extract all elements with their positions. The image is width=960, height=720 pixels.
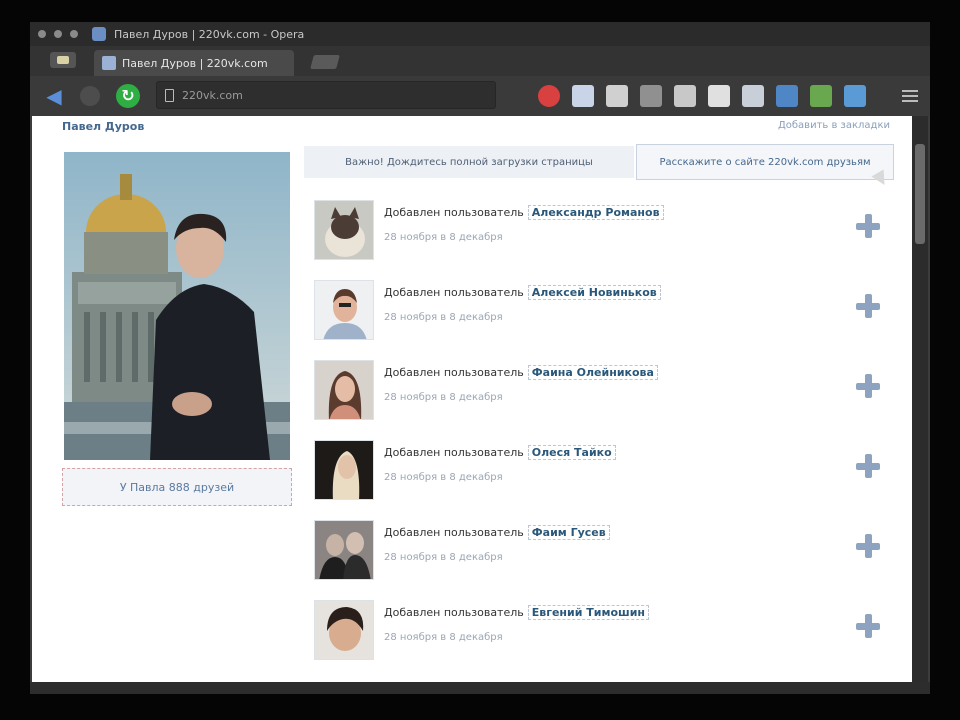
feed-action-text: Добавлен пользователь bbox=[384, 286, 524, 299]
bookmark-link[interactable]: Добавить в закладки bbox=[778, 120, 890, 131]
feed-time: 28 ноября в 8 декабря bbox=[384, 312, 503, 323]
feed-time: 28 ноября в 8 декабря bbox=[384, 232, 503, 243]
avatar[interactable] bbox=[314, 200, 374, 260]
list-item: Добавлен пользователь Фаина Олейникова 28… bbox=[312, 356, 892, 436]
feed-action: Добавлен пользователь Фаина Олейникова bbox=[384, 365, 658, 380]
invite-friends-button[interactable]: Расскажите о сайте 220vk.com друзьям bbox=[636, 144, 894, 180]
title-bar: Павел Дуров | 220vk.com - Opera bbox=[30, 22, 930, 46]
feed-action-text: Добавлен пользователь bbox=[384, 606, 524, 619]
avatar[interactable] bbox=[314, 600, 374, 660]
browser-menu-icon[interactable] bbox=[50, 52, 76, 68]
avatar[interactable] bbox=[314, 360, 374, 420]
activity-feed: Добавлен пользователь Александр Романов 2… bbox=[312, 196, 892, 676]
feed-time: 28 ноября в 8 декабря bbox=[384, 552, 503, 563]
feed-time: 28 ноября в 8 декабря bbox=[384, 472, 503, 483]
add-friend-plus-icon[interactable] bbox=[854, 452, 882, 480]
tab-favicon-icon bbox=[102, 56, 116, 70]
vertical-scrollbar[interactable] bbox=[912, 116, 928, 682]
list-item: Добавлен пользователь Фаим Гусев 28 ноябр… bbox=[312, 516, 892, 596]
extension-icon[interactable] bbox=[810, 85, 832, 107]
extension-icon[interactable] bbox=[776, 85, 798, 107]
add-friend-plus-icon[interactable] bbox=[854, 372, 882, 400]
extension-icon[interactable] bbox=[844, 85, 866, 107]
address-input[interactable]: 220vk.com bbox=[182, 89, 243, 102]
tab-title: Павел Дуров | 220vk.com bbox=[122, 56, 268, 70]
site-favicon-icon bbox=[92, 27, 106, 41]
feed-user-link[interactable]: Александр Романов bbox=[527, 205, 664, 220]
window-title: Павел Дуров | 220vk.com - Opera bbox=[114, 27, 305, 41]
tab-bar: Павел Дуров | 220vk.com bbox=[30, 46, 930, 76]
extension-icon[interactable] bbox=[708, 85, 730, 107]
avatar[interactable] bbox=[314, 280, 374, 340]
profile-photo bbox=[64, 152, 290, 460]
window-minimize-icon[interactable] bbox=[54, 30, 62, 38]
feed-action-text: Добавлен пользователь bbox=[384, 446, 524, 459]
friends-count-button[interactable]: У Павла 888 друзей bbox=[62, 468, 292, 506]
feed-action-text: Добавлен пользователь bbox=[384, 526, 524, 539]
feed-action: Добавлен пользователь Фаим Гусев bbox=[384, 525, 610, 540]
feed-user-link[interactable]: Фаим Гусев bbox=[527, 525, 610, 540]
feed-user-link[interactable]: Фаина Олейникова bbox=[527, 365, 658, 380]
window-close-icon[interactable] bbox=[38, 30, 46, 38]
add-friend-plus-icon[interactable] bbox=[854, 612, 882, 640]
extension-icon[interactable] bbox=[538, 85, 560, 107]
hamburger-menu-icon[interactable] bbox=[902, 90, 918, 102]
feed-action-text: Добавлен пользователь bbox=[384, 366, 524, 379]
extension-icons bbox=[538, 85, 866, 107]
list-item: Добавлен пользователь Евгений Тимошин 28 … bbox=[312, 596, 892, 676]
tab-active[interactable]: Павел Дуров | 220vk.com bbox=[94, 50, 294, 76]
list-item: Добавлен пользователь Александр Романов 2… bbox=[312, 196, 892, 276]
extension-icon[interactable] bbox=[742, 85, 764, 107]
feed-action-text: Добавлен пользователь bbox=[384, 206, 524, 219]
feed-user-link[interactable]: Евгений Тимошин bbox=[527, 605, 650, 620]
address-bar[interactable]: 220vk.com bbox=[156, 81, 496, 109]
avatar[interactable] bbox=[314, 440, 374, 500]
page-icon bbox=[165, 88, 174, 102]
list-item: Добавлен пользователь Олеся Тайко 28 нояб… bbox=[312, 436, 892, 516]
extension-icon[interactable] bbox=[606, 85, 628, 107]
feed-user-link[interactable]: Олеся Тайко bbox=[527, 445, 616, 460]
screen: Павел Дуров | 220vk.com - Opera Павел Ду… bbox=[0, 0, 960, 720]
feed-action: Добавлен пользователь Олеся Тайко bbox=[384, 445, 616, 460]
profile-photo-image bbox=[64, 152, 290, 460]
feed-action: Добавлен пользователь Александр Романов bbox=[384, 205, 664, 220]
page-viewport: Павел Дуров Добавить в закладки У Павла … bbox=[32, 116, 912, 682]
extension-icon[interactable] bbox=[640, 85, 662, 107]
new-tab-button[interactable] bbox=[310, 55, 340, 69]
feed-time: 28 ноября в 8 декабря bbox=[384, 632, 503, 643]
add-friend-plus-icon[interactable] bbox=[854, 292, 882, 320]
profile-name[interactable]: Павел Дуров bbox=[62, 120, 144, 133]
back-arrow-icon[interactable]: ◀ bbox=[42, 84, 66, 108]
status-bar bbox=[30, 682, 930, 694]
extension-icon[interactable] bbox=[572, 85, 594, 107]
extension-icon[interactable] bbox=[674, 85, 696, 107]
window-maximize-icon[interactable] bbox=[70, 30, 78, 38]
feed-time: 28 ноября в 8 декабря bbox=[384, 392, 503, 403]
notice-banner: Важно! Дождитесь полной загрузки страниц… bbox=[304, 146, 634, 178]
list-item: Добавлен пользователь Алексей Новиньков 2… bbox=[312, 276, 892, 356]
add-friend-plus-icon[interactable] bbox=[854, 212, 882, 240]
scrollbar-thumb[interactable] bbox=[915, 144, 925, 244]
reload-icon[interactable]: ↻ bbox=[116, 84, 140, 108]
feed-action: Добавлен пользователь Алексей Новиньков bbox=[384, 285, 661, 300]
feed-action: Добавлен пользователь Евгений Тимошин bbox=[384, 605, 650, 620]
navigation-toolbar: ◀ ↻ 220vk.com bbox=[30, 76, 930, 116]
forward-arrow-icon[interactable] bbox=[80, 86, 100, 106]
add-friend-plus-icon[interactable] bbox=[854, 532, 882, 560]
feed-user-link[interactable]: Алексей Новиньков bbox=[527, 285, 661, 300]
avatar[interactable] bbox=[314, 520, 374, 580]
browser-window: Павел Дуров | 220vk.com - Opera Павел Ду… bbox=[30, 22, 930, 694]
